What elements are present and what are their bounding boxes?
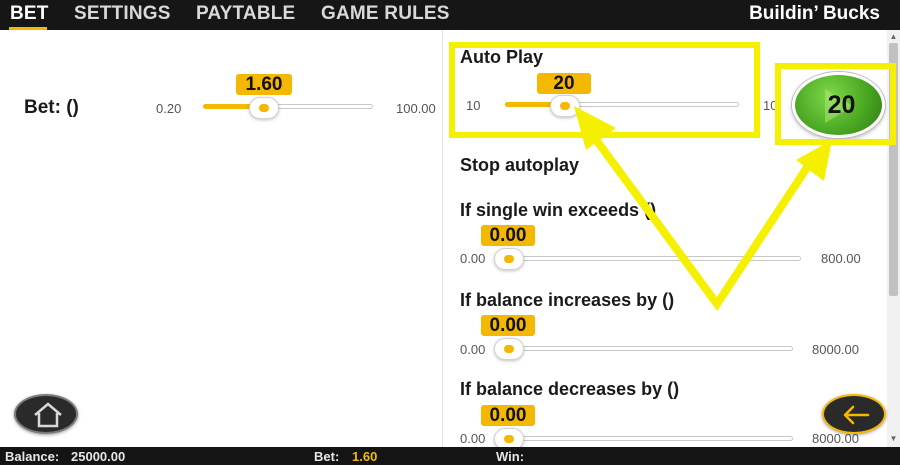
annotation-arrows: [574, 106, 832, 311]
balance-value: 25000.00: [71, 449, 126, 464]
status-bet-label: Bet:: [314, 449, 340, 464]
status-bet-value: 1.60: [352, 449, 378, 464]
annotation-arrowhead-left: [574, 106, 616, 150]
win-label: Win:: [496, 449, 525, 464]
status-bar: Balance: 25000.00 Bet: 1.60 Win:: [0, 447, 900, 465]
balance-label: Balance:: [5, 449, 60, 464]
